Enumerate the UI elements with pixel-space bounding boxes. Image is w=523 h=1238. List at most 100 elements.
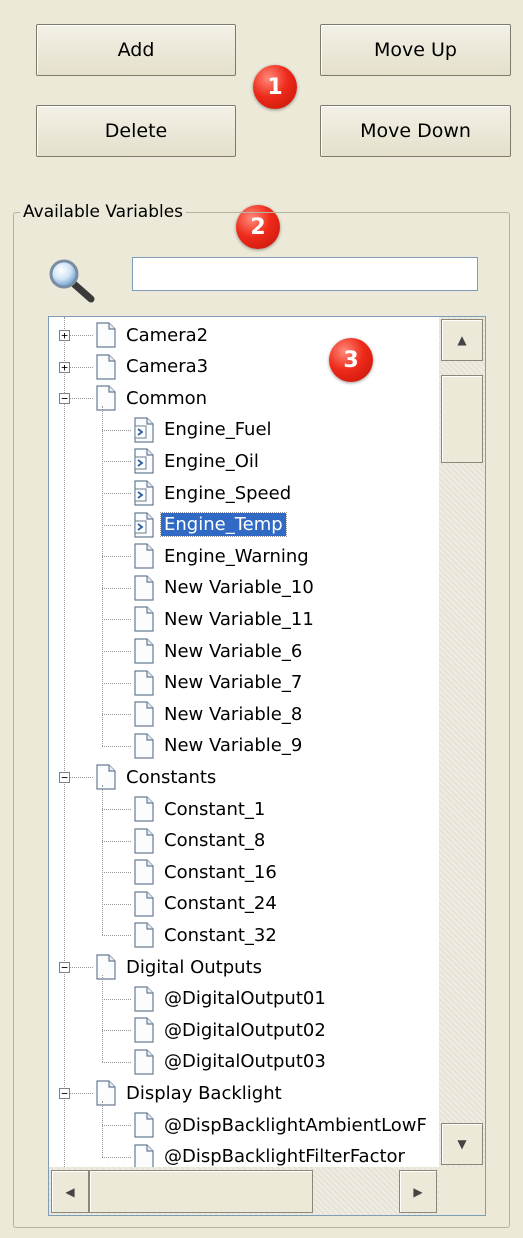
- page-icon: [133, 985, 155, 1012]
- tree-folder-node[interactable]: Digital Outputs: [95, 952, 265, 982]
- tree-connector-line: [102, 840, 131, 842]
- collapse-icon[interactable]: −: [59, 1088, 70, 1100]
- vertical-scrollbar[interactable]: ▲ ▼: [439, 317, 485, 1167]
- page-icon: [133, 543, 155, 569]
- page-icon: [133, 1017, 155, 1043]
- tree-leaf-node[interactable]: Engine_Fuel: [133, 415, 275, 445]
- tree-connector-line: [102, 1125, 131, 1126]
- tree-leaf-node[interactable]: New Variable_9: [133, 731, 305, 761]
- tree-leaf-node[interactable]: Engine_Warning: [133, 541, 312, 571]
- tree-leaf-node[interactable]: New Variable_7: [133, 668, 305, 698]
- tree-leaf-node[interactable]: New Variable_6: [133, 636, 305, 666]
- tree-node-label: @DigitalOutput03: [164, 1051, 326, 1073]
- page-icon: [133, 1112, 155, 1138]
- tree-leaf-node[interactable]: @DispBacklightFilterFactor: [133, 1142, 408, 1167]
- move-down-button[interactable]: Move Down: [320, 105, 511, 157]
- tree-folder-node[interactable]: Constants: [95, 762, 219, 792]
- tree-node-label: Engine_Warning: [164, 545, 309, 567]
- variables-tree[interactable]: + Camera2 + Camera3 − Common Engine_Fuel Engine…: [48, 316, 486, 1216]
- tree-connector-line: [102, 935, 131, 937]
- page-icon: [133, 922, 155, 948]
- tree-leaf-node[interactable]: New Variable_8: [133, 699, 305, 729]
- tree-connector-line: [102, 714, 131, 716]
- delete-button[interactable]: Delete: [36, 105, 236, 157]
- tree-branch-line: [102, 785, 103, 936]
- page-icon: [133, 701, 155, 727]
- page-icon: [133, 796, 155, 822]
- tree-node-label: New Variable_9: [164, 735, 303, 757]
- page-icon: [133, 827, 155, 854]
- tree-leaf-node[interactable]: New Variable_10: [133, 573, 317, 603]
- tree-leaf-node[interactable]: Engine_Speed: [133, 478, 294, 508]
- tree-leaf-node[interactable]: @DigitalOutput01: [133, 984, 329, 1014]
- collapse-icon[interactable]: −: [59, 393, 70, 405]
- annotation-badge-3: 3: [329, 338, 373, 382]
- collapse-icon[interactable]: −: [59, 962, 70, 973]
- scroll-down-arrow-icon[interactable]: ▼: [441, 1123, 483, 1165]
- tree-node-label: New Variable_10: [164, 577, 314, 599]
- annotation-badge-1: 1: [253, 65, 297, 109]
- tree-connector-line: [102, 429, 131, 431]
- tree-leaf-node[interactable]: Constant_24: [133, 889, 280, 919]
- tree-leaf-node[interactable]: Engine_Oil: [133, 446, 262, 476]
- tree-leaf-node[interactable]: Constant_8: [133, 826, 268, 856]
- tree-connector-line: [102, 461, 131, 463]
- page-icon: [95, 1080, 117, 1106]
- tree-branch-line: [102, 975, 103, 1062]
- tree-connector-line: [102, 1030, 131, 1032]
- tree-node-label: New Variable_6: [164, 640, 303, 662]
- page-icon: [95, 322, 117, 348]
- tree-node-label: Display Backlight: [126, 1082, 282, 1104]
- page-icon: [133, 638, 155, 664]
- tree-connector-line: [102, 524, 131, 526]
- expand-icon[interactable]: +: [59, 361, 70, 373]
- add-button[interactable]: Add: [36, 24, 236, 76]
- tree-node-label: @DigitalOutput02: [164, 1019, 326, 1041]
- move-up-button[interactable]: Move Up: [320, 24, 511, 76]
- tree-connector-line: [102, 619, 131, 621]
- page-icon: [133, 1143, 155, 1167]
- page-icon: [133, 733, 155, 759]
- tree-node-label: Digital Outputs: [126, 956, 263, 978]
- tree-leaf-node[interactable]: Engine_Temp: [133, 510, 287, 540]
- page-icon: [133, 606, 155, 632]
- search-input[interactable]: [132, 257, 478, 291]
- tree-leaf-node[interactable]: Constant_16: [133, 857, 280, 887]
- horizontal-scrollbar[interactable]: ◀ ▶: [49, 1167, 439, 1215]
- collapse-icon[interactable]: −: [59, 772, 70, 784]
- shortcut-page-icon: [133, 417, 155, 443]
- page-icon: [95, 764, 117, 790]
- expand-icon[interactable]: +: [59, 330, 70, 341]
- page-icon: [133, 669, 155, 696]
- tree-node-label: New Variable_11: [164, 608, 314, 630]
- tree-leaf-node[interactable]: New Variable_11: [133, 604, 317, 634]
- tree-node-label: Constant_8: [164, 830, 266, 852]
- search-icon: [46, 256, 98, 304]
- tree-connector-line: [102, 998, 131, 1000]
- tree-node-label: Constant_32: [164, 924, 277, 946]
- tree-leaf-node[interactable]: Constant_1: [133, 794, 268, 824]
- scroll-left-arrow-icon[interactable]: ◀: [51, 1170, 89, 1213]
- tree-branch-line: [102, 406, 103, 746]
- tree-node-label: Common: [126, 387, 208, 409]
- tree-connector-line: [102, 1061, 131, 1063]
- shortcut-page-icon: [133, 511, 155, 538]
- scroll-up-arrow-icon[interactable]: ▲: [441, 319, 483, 361]
- tree-leaf-node[interactable]: @DispBacklightAmbientLowF: [133, 1110, 430, 1140]
- page-icon: [95, 385, 117, 411]
- tree-node-label: @DispBacklightFilterFactor: [164, 1146, 405, 1167]
- tree-folder-node[interactable]: Common: [95, 383, 210, 413]
- tree-connector-line: [102, 872, 131, 874]
- tree-node-label: Engine_Speed: [164, 482, 292, 504]
- tree-leaf-node[interactable]: Constant_32: [133, 920, 280, 950]
- tree-leaf-node[interactable]: @DigitalOutput03: [133, 1047, 329, 1077]
- horizontal-scroll-thumb[interactable]: [89, 1170, 313, 1213]
- tree-folder-node[interactable]: Camera2: [95, 320, 211, 350]
- vertical-scroll-thumb[interactable]: [441, 375, 483, 463]
- scroll-right-arrow-icon[interactable]: ▶: [399, 1170, 437, 1213]
- page-icon: [133, 1049, 155, 1075]
- tree-node-label: Constant_24: [164, 893, 277, 915]
- tree-folder-node[interactable]: Display Backlight: [95, 1078, 285, 1108]
- tree-folder-node[interactable]: Camera3: [95, 352, 211, 382]
- tree-leaf-node[interactable]: @DigitalOutput02: [133, 1015, 329, 1045]
